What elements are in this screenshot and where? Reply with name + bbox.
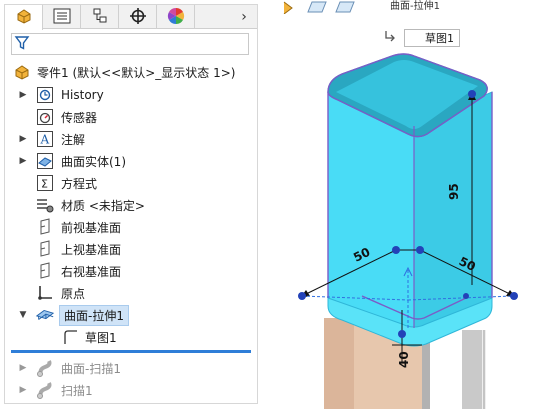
color-wheel-icon [167, 7, 185, 28]
tree-item-label: 原点 [61, 286, 86, 301]
expand-arrow-icon[interactable]: ▶ [17, 379, 29, 401]
crosshair-icon [129, 7, 147, 28]
tree-item-label: 扫描1 [61, 383, 93, 398]
tree-item-history[interactable]: ▶ History [5, 84, 257, 106]
tree-item-label: 方程式 [61, 176, 98, 191]
extruded-surface [327, 53, 493, 347]
tree-item-label: 传感器 [61, 110, 98, 125]
collapse-arrow-icon[interactable]: ▼ [17, 304, 29, 326]
tree-item-label: 右视基准面 [61, 264, 122, 279]
tree-item-right-plane[interactable]: 右视基准面 [5, 260, 257, 282]
tree-filter[interactable] [11, 33, 249, 55]
list-icon [53, 8, 71, 27]
equation-icon: Σ [35, 173, 55, 193]
tab-display-manager[interactable] [157, 5, 195, 29]
tree-item-label: 材质 <未指定> [61, 198, 145, 213]
surface-sweep-icon [35, 358, 55, 378]
model-viewport[interactable]: 95 50 50 40 [262, 0, 558, 409]
control-point [416, 246, 424, 254]
sketch-icon [61, 327, 81, 347]
control-point [510, 292, 518, 300]
tab-configuration-manager[interactable] [81, 5, 119, 29]
svg-text:Σ: Σ [41, 178, 48, 191]
filter-icon [14, 35, 30, 54]
part-icon [13, 63, 31, 81]
history-icon [35, 85, 55, 105]
plane-icon [35, 239, 55, 259]
annotation-icon: A [35, 129, 55, 149]
surface-extrude-icon [35, 305, 55, 325]
tab-feature-manager[interactable] [5, 5, 43, 30]
tree-item-label: 曲面实体(1) [61, 154, 126, 169]
tree-item-label: 前视基准面 [61, 220, 122, 235]
tree-item-front-plane[interactable]: 前视基准面 [5, 216, 257, 238]
tree-item-label: History [61, 88, 104, 102]
tree-item-surface-sweep1[interactable]: ▶ 曲面-扫描1 [5, 357, 257, 379]
surface-bodies-icon [35, 151, 55, 171]
tree-item-label: 草图1 [85, 330, 117, 345]
sweep-icon [35, 380, 55, 400]
origin-icon [35, 283, 55, 303]
expand-arrow-icon[interactable]: ▶ [17, 357, 29, 379]
expand-arrow-icon[interactable]: ▶ [17, 128, 29, 150]
plane-icon [35, 261, 55, 281]
tree-root-part[interactable]: 零件1 (默认<<默认>_显示状态 1>) [5, 61, 257, 83]
control-point [398, 330, 406, 338]
tree-item-annotations[interactable]: ▶ A 注解 [5, 128, 257, 150]
chevron-right-icon[interactable]: › [231, 5, 257, 29]
dimension-height[interactable]: 95 [447, 183, 461, 200]
tree-item-surface-extrude1[interactable]: ▼ 曲面-拉伸1 [5, 304, 257, 326]
tree-item-equations[interactable]: Σ 方程式 [5, 172, 257, 194]
graphics-area[interactable]: 曲面-拉伸1 草图1 95 50 50 40 [262, 0, 558, 409]
tree-item-top-plane[interactable]: 上视基准面 [5, 238, 257, 260]
tab-property-manager[interactable] [43, 5, 81, 29]
plane-icon [35, 217, 55, 237]
tree-root-label: 零件1 (默认<<默认>_显示状态 1>) [37, 65, 236, 80]
tree-item-material[interactable]: 材质 <未指定> [5, 194, 257, 216]
tree-item-label: 注解 [61, 132, 86, 147]
sensor-icon [35, 107, 55, 127]
tree-item-surface-bodies[interactable]: ▶ 曲面实体(1) [5, 150, 257, 172]
tree-item-sweep1[interactable]: ▶ 扫描1 [5, 379, 257, 401]
dimension-bottom[interactable]: 40 [397, 351, 411, 368]
tree-item-sensors[interactable]: 传感器 [5, 106, 257, 128]
expand-arrow-icon[interactable]: ▶ [17, 84, 29, 106]
tree-item-origin[interactable]: 原点 [5, 282, 257, 304]
tree-item-label: 曲面-拉伸1 [59, 304, 129, 326]
config-icon [91, 7, 109, 28]
expand-arrow-icon[interactable]: ▶ [17, 150, 29, 172]
control-point [298, 292, 306, 300]
panel-tab-bar: › [5, 5, 257, 30]
material-icon [35, 195, 55, 215]
control-point [392, 246, 400, 254]
feature-manager-panel: › 零件1 (默认<<默认>_显示状态 1>) ▶ History 传感器 ▶ … [4, 4, 258, 404]
control-point [468, 90, 476, 98]
tree-item-label: 上视基准面 [61, 242, 122, 257]
rollback-bar[interactable] [11, 350, 251, 353]
svg-text:A: A [40, 133, 50, 147]
tree-item-sketch1[interactable]: 草图1 [5, 326, 257, 348]
feature-tree: ▶ History 传感器 ▶ A 注解 ▶ 曲面实体(1) Σ 方程式 材质 … [5, 84, 257, 401]
tab-dimxpert-manager[interactable] [119, 5, 157, 29]
tree-item-label: 曲面-扫描1 [61, 361, 121, 376]
part-icon [15, 7, 33, 28]
control-point [463, 293, 469, 299]
